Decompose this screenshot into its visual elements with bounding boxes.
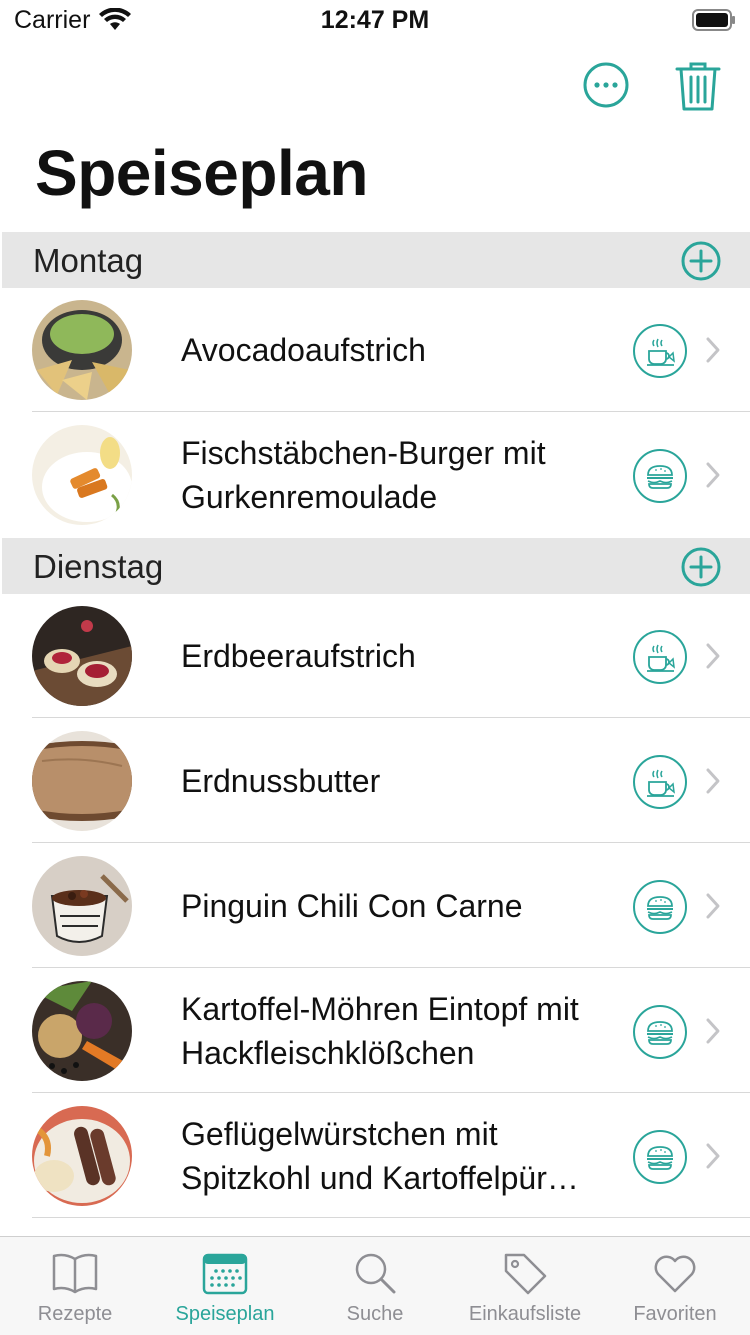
delete-button[interactable] [675,60,721,112]
tab-label: Rezepte [37,1303,113,1325]
recipe-thumbnail [32,425,132,525]
row-separator [32,967,750,968]
burger-icon[interactable] [632,1004,688,1060]
section-header-montag: Montag [2,232,750,288]
list-item[interactable]: Pinguin Chili Con Carne [0,844,750,968]
recipe-thumbnail [32,731,132,831]
row-separator [32,411,750,412]
row-separator [32,842,750,843]
heart-icon [654,1255,696,1293]
book-icon [52,1253,98,1294]
tab-label: Einkaufsliste [468,1303,582,1325]
chevron-right-icon [706,643,720,669]
row-separator [32,717,750,718]
chevron-right-icon [706,337,720,363]
page-title: Speiseplan [35,137,368,209]
calendar-icon [202,1253,248,1295]
tab-speiseplan[interactable]: Speiseplan [150,1237,300,1335]
burger-icon[interactable] [632,1129,688,1185]
burger-icon[interactable] [632,879,688,935]
recipe-thumbnail [32,1106,132,1206]
row-separator [32,1092,750,1093]
list-item[interactable]: Erdnussbutter [0,719,750,843]
section-header-dienstag: Dienstag [2,538,750,594]
tab-label: Speiseplan [175,1303,275,1325]
recipe-title: Avocadoaufstrich [181,332,426,368]
breakfast-icon[interactable] [632,754,688,810]
battery-icon [692,9,735,31]
search-icon [355,1253,396,1294]
status-time: 12:47 PM [320,6,430,34]
tab-rezepte[interactable]: Rezepte [0,1237,150,1335]
chevron-right-icon [706,1143,720,1169]
tag-icon [504,1253,547,1295]
tab-label: Favoriten [633,1303,717,1325]
list-item[interactable]: Erdbeeraufstrich [0,594,750,718]
tab-einkaufsliste[interactable]: Einkaufsliste [450,1237,600,1335]
more-options-button[interactable] [583,62,629,108]
add-meal-button[interactable] [681,547,721,587]
recipe-thumbnail [32,981,132,1081]
recipe-title: Geflügelwürstchen mit Spitzkohl und Kart… [181,1116,579,1196]
recipe-thumbnail [32,856,132,956]
chevron-right-icon [706,893,720,919]
burger-icon[interactable] [632,448,688,504]
recipe-title: Erdbeeraufstrich [181,638,416,674]
breakfast-icon[interactable] [632,323,688,379]
recipe-title: Erdnussbutter [181,763,381,799]
section-label: Montag [33,242,144,279]
chevron-right-icon [706,462,720,488]
tab-bar: Rezepte Speiseplan Suche Einkaufsliste F… [0,1236,750,1335]
recipe-thumbnail [32,606,132,706]
section-label: Dienstag [33,548,164,585]
chevron-right-icon [706,1018,720,1044]
chevron-right-icon [706,768,720,794]
row-separator [32,1217,750,1218]
recipe-title: Fischstäbchen-Burger mit Gurkenremoulade [181,435,546,515]
list-item[interactable]: Fischstäbchen-Burger mit Gurkenremoulade [0,413,750,537]
status-bar: Carrier 12:47 PM [0,0,750,40]
breakfast-icon[interactable] [632,629,688,685]
recipe-title: Kartoffel-Möhren Eintopf mit Hackfleisch… [181,991,579,1071]
list-item[interactable]: Kartoffel-Möhren Eintopf mit Hackfleisch… [0,969,750,1093]
tab-favoriten[interactable]: Favoriten [600,1237,750,1335]
tab-suche[interactable]: Suche [300,1237,450,1335]
tab-label: Suche [346,1303,404,1325]
recipe-thumbnail [32,300,132,400]
list-item[interactable]: Avocadoaufstrich [0,288,750,412]
add-meal-button[interactable] [681,241,721,281]
recipe-title: Pinguin Chili Con Carne [181,888,523,924]
list-item[interactable]: Geflügelwürstchen mit Spitzkohl und Kart… [0,1094,750,1218]
